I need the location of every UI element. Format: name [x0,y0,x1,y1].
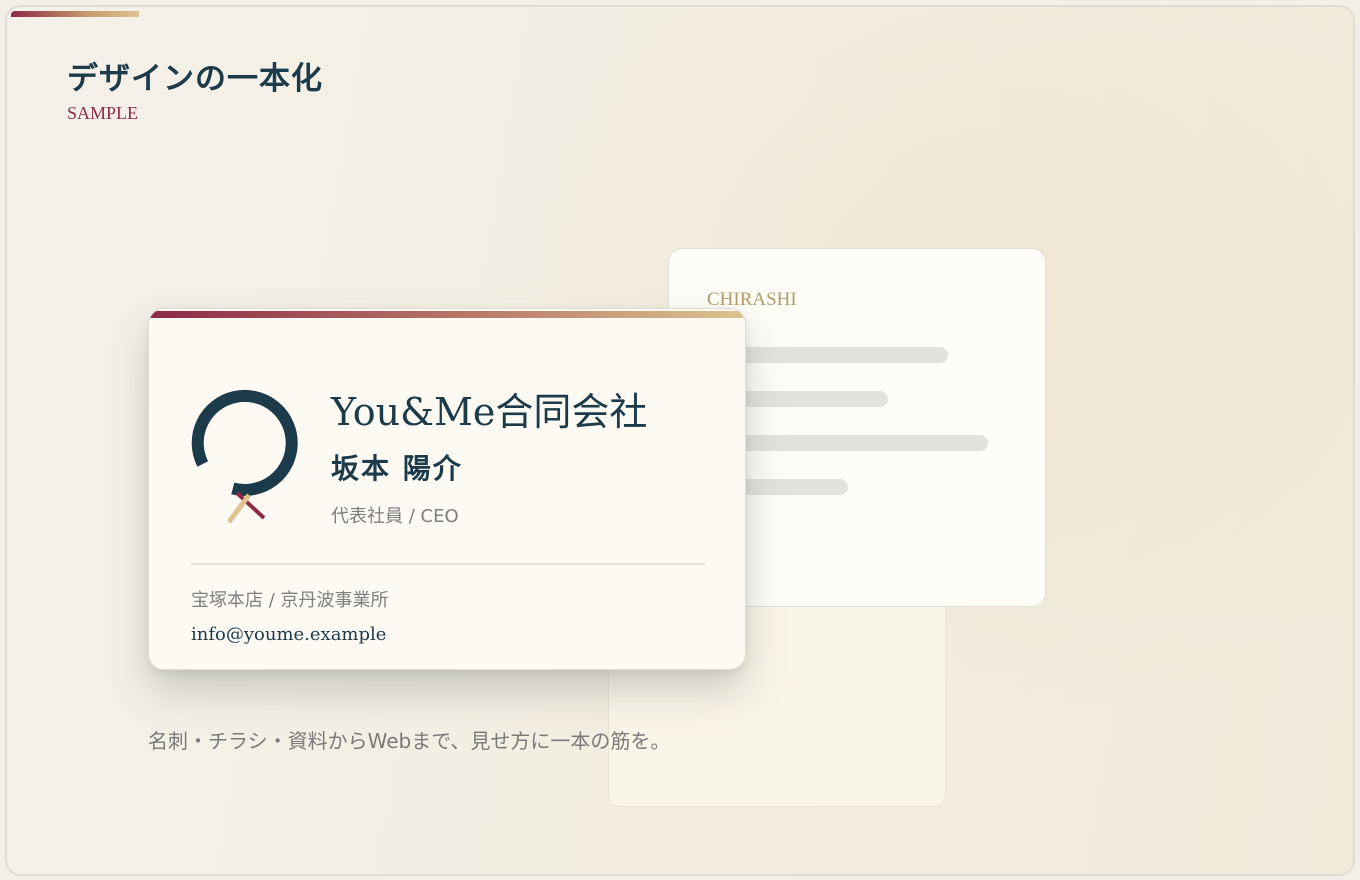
email-address: info@youme.example [191,624,387,645]
page-title: デザインの一本化 [67,61,323,97]
page-subtitle: SAMPLE [67,103,139,123]
business-card: You&Me合同会社 坂本 陽介 代表社員 / CEO 宝塚本店 / 京丹波事業… [148,308,746,670]
company-name: You&Me合同会社 [331,390,648,434]
q-ring-logo-icon [187,387,317,527]
accent-bar [11,11,139,17]
person-role: 代表社員 / CEO [331,506,459,527]
office-locations: 宝塚本店 / 京丹波事業所 [191,590,389,611]
person-name: 坂本 陽介 [331,452,463,485]
divider [191,563,705,565]
card-accent-bar [149,311,745,318]
presentation-frame: デザインの一本化 SAMPLE CHIRASHI You&Me合同会社 坂本 陽… [5,5,1355,876]
tagline: 名刺・チラシ・資料からWebまで、見せ方に一本の筋を。 [148,729,671,753]
